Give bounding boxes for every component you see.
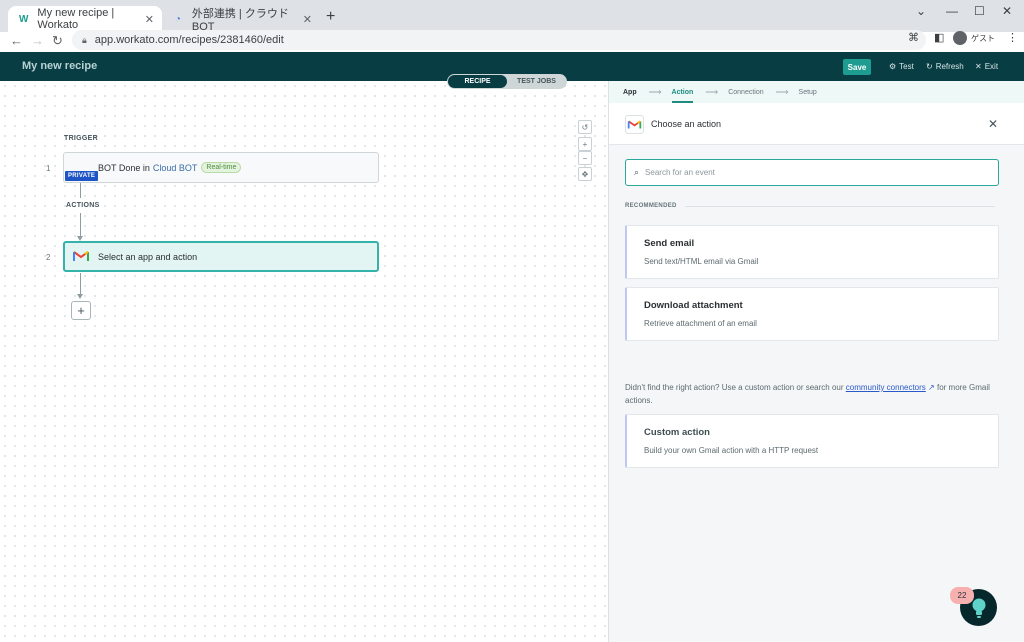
card-description: Send text/HTML email via Gmail [644, 257, 759, 266]
gear-icon: ⚙ [889, 62, 897, 71]
event-search[interactable]: ⌕ [625, 159, 999, 186]
zoom-out-icon[interactable]: − [578, 151, 592, 165]
forward-icon[interactable]: → [31, 33, 44, 48]
avatar-icon [953, 31, 967, 45]
new-tab-icon[interactable]: + [326, 8, 335, 26]
close-panel-icon[interactable]: ✕ [988, 117, 998, 131]
exit-button[interactable]: ✕ Exit [975, 62, 998, 71]
actions-label: ACTIONS [66, 202, 100, 209]
search-icon: ⌕ [634, 167, 640, 177]
add-step-button[interactable]: + [71, 301, 91, 320]
action-card-download-attachment[interactable]: Download attachment Retrieve attachment … [625, 287, 999, 341]
refresh-label: Refresh [935, 62, 964, 71]
tab-recipe[interactable]: RECIPE [448, 75, 507, 88]
wizard-step-action[interactable]: Action [671, 89, 693, 103]
trigger-label: TRIGGER [64, 135, 98, 142]
back-icon[interactable]: ← [10, 33, 23, 48]
browser-tab-workato[interactable]: W My new recipe | Workato ✕ [8, 6, 162, 32]
card-title: Send email [644, 238, 695, 249]
search-input[interactable] [645, 168, 986, 177]
divider [685, 206, 995, 207]
connector-line [80, 183, 81, 198]
recommended-label: RECOMMENDED [625, 203, 677, 209]
reload-icon[interactable]: ↻ [52, 33, 63, 49]
choose-action-title: Choose an action [651, 118, 722, 129]
action-card-custom-action[interactable]: Custom action Build your own Gmail actio… [625, 414, 999, 468]
zoom-in-icon[interactable]: + [578, 137, 592, 151]
wizard-breadcrumb: App ⟶ Action ⟶ Connection ⟶ Setup [609, 81, 1024, 103]
wizard-step-connection[interactable]: Connection [728, 89, 763, 96]
wizard-step-app[interactable]: App [623, 89, 637, 96]
tab-test-jobs[interactable]: TEST JOBS [507, 75, 566, 88]
action-step[interactable]: Select an app and action [63, 241, 379, 272]
recipe-title[interactable]: My new recipe [22, 60, 97, 72]
choose-action-header: Choose an action [609, 103, 1024, 145]
refresh-button[interactable]: ↻ Refresh [926, 62, 964, 71]
profile-button[interactable]: ゲスト [953, 31, 995, 45]
action-card-send-email[interactable]: Send email Send text/HTML email via Gmai… [625, 225, 999, 279]
save-button[interactable]: Save [843, 59, 871, 75]
step-number: 1 [46, 164, 51, 173]
browser-tab-title: 外部連携 | クラウドBOT [191, 8, 289, 33]
card-description: Retrieve attachment of an email [644, 319, 757, 328]
step-number: 2 [46, 253, 51, 262]
lock-icon: 🔒︎ [82, 34, 87, 45]
trigger-step[interactable]: BOT Done in Cloud BOT Real-time [63, 152, 379, 183]
exit-label: Exit [984, 62, 999, 71]
arrow-right-icon: ⟶ [775, 86, 789, 97]
refresh-icon: ↻ [926, 62, 933, 71]
gmail-icon [73, 251, 89, 261]
wizard-step-setup[interactable]: Setup [799, 89, 817, 96]
test-label: Test [899, 62, 914, 71]
browser-tab-cloudbot[interactable]: ◔ 外部連携 | クラウドBOT ✕ [162, 6, 320, 33]
cloudbot-favicon-icon: ◔ [174, 13, 181, 25]
workato-favicon-icon: W [18, 13, 29, 25]
card-title: Custom action [644, 427, 710, 438]
arrow-down-icon [77, 294, 83, 299]
realtime-badge: Real-time [201, 162, 242, 173]
address-text: app.workato.com/recipes/2381460/edit [94, 34, 284, 46]
tab-search-icon[interactable]: ⌄ [916, 4, 926, 18]
action-panel: App ⟶ Action ⟶ Connection ⟶ Setup Choose… [608, 81, 1024, 642]
maximize-icon[interactable]: ☐ [974, 4, 985, 18]
address-bar[interactable]: 🔒︎ app.workato.com/recipes/2381460/edit [72, 30, 926, 50]
fit-view-icon[interactable]: ✥ [578, 167, 592, 181]
browser-tabstrip: W My new recipe | Workato ✕ ◔ 外部連携 | クラウ… [0, 0, 1024, 33]
arrow-right-icon: ⟶ [648, 86, 662, 97]
help-text: Didn't find the right action? Use a cust… [625, 381, 1005, 407]
community-connectors-link[interactable]: community connectors [846, 383, 926, 392]
sidepanel-icon[interactable]: ◧ [934, 31, 944, 44]
profile-label: ゲスト [971, 33, 995, 43]
reset-zoom-icon[interactable]: ↺ [578, 120, 592, 134]
close-tab-icon[interactable]: ✕ [145, 13, 154, 26]
step-text: BOT Done in [98, 162, 150, 173]
card-description: Build your own Gmail action with a HTTP … [644, 446, 819, 455]
close-tab-icon[interactable]: ✕ [303, 13, 312, 26]
app-link[interactable]: Cloud BOT [153, 163, 198, 173]
external-link-icon: ↗ [928, 383, 935, 392]
private-badge: PRIVATE [65, 171, 99, 181]
connector-line [80, 213, 81, 237]
browser-tab-title: My new recipe | Workato [37, 7, 115, 31]
help-prefix: Didn't find the right action? Use a cust… [625, 383, 844, 392]
view-toggle: RECIPE TEST JOBS [447, 74, 567, 89]
arrow-right-icon: ⟶ [705, 86, 719, 97]
close-icon: ✕ [975, 62, 982, 71]
translate-icon[interactable]: ⌘ [908, 31, 919, 44]
connector-line [80, 273, 81, 295]
minimize-icon[interactable]: — [946, 4, 958, 18]
notification-count-badge: 22 [950, 587, 974, 604]
close-window-icon[interactable]: ✕ [1002, 4, 1012, 18]
test-button[interactable]: ⚙ Test [889, 62, 914, 71]
card-title: Download attachment [644, 300, 743, 311]
gmail-icon [625, 115, 644, 134]
browser-menu-icon[interactable]: ⋮ [1007, 31, 1018, 44]
step-text: Select an app and action [98, 251, 198, 262]
